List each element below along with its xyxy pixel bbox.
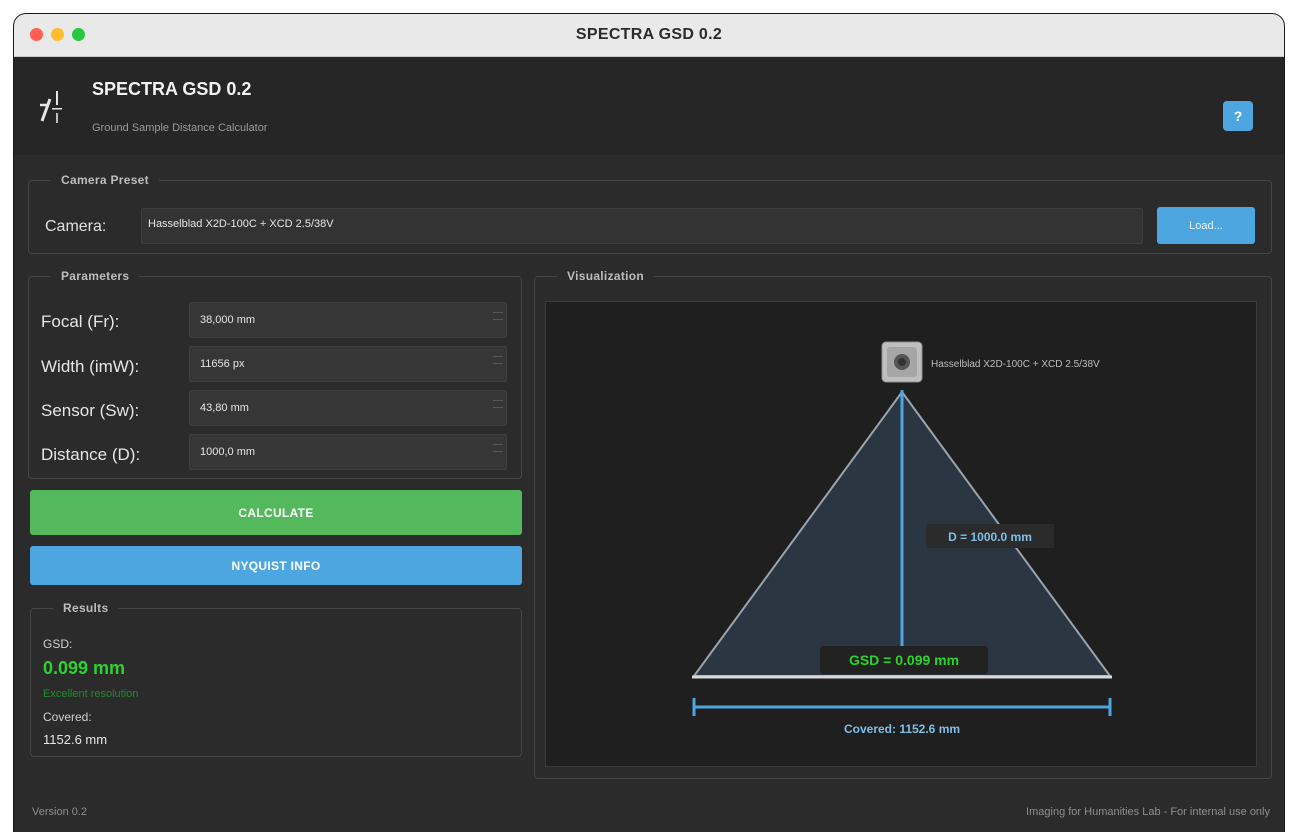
visualization-group: Visualization Hasselblad X2D-100C + XCD … [534, 269, 1272, 779]
app-name: SPECTRA GSD 0.2 [92, 79, 252, 99]
distance-label: Distance (D): [41, 445, 141, 464]
results-title: Results [53, 601, 119, 615]
results-group: Results GSD: 0.099 mm Excellent resoluti… [30, 601, 522, 757]
focal-label: Focal (Fr): [41, 312, 120, 331]
coverage-text: Covered: 1152.6 mm [844, 722, 960, 736]
covered-label: Covered: [43, 710, 92, 724]
window-title: SPECTRA GSD 0.2 [575, 26, 723, 43]
distance-text: D = 1000.0 mm [948, 530, 1032, 544]
sensor-stepper[interactable] [492, 394, 504, 422]
camera-icon [881, 341, 923, 383]
app-window: SPECTRA GSD 0.2 SPECTRA GSD 0.2 Ground S… [14, 14, 1284, 832]
width-value: 11656 px [200, 358, 245, 370]
viz-camera-name: Hasselblad X2D-100C + XCD 2.5/38V [931, 359, 1100, 370]
visualization-title: Visualization [557, 269, 655, 283]
gsd-value: 0.099 mm [43, 658, 126, 678]
camera-label: Camera: [45, 218, 107, 235]
camera-preset-group: Camera Preset Camera: Hasselblad X2D-100… [28, 173, 1272, 254]
camera-preset-title: Camera Preset [51, 173, 159, 187]
width-stepper[interactable] [492, 350, 504, 378]
width-label: Width (imW): [41, 357, 140, 376]
resolution-quality: Excellent resolution [43, 688, 139, 700]
app-logo-icon [40, 91, 62, 123]
app-header: SPECTRA GSD 0.2 Ground Sample Distance C… [14, 57, 1284, 155]
sensor-label: Sensor (Sw): [41, 401, 140, 420]
parameters-group: Parameters Focal (Fr): 38,000 mm Width (… [28, 269, 522, 479]
gsd-text: GSD = 0.099 mm [849, 652, 959, 668]
gsd-diagram: Hasselblad X2D-100C + XCD 2.5/38V D = 10… [692, 341, 1112, 736]
version-label: Version 0.2 [32, 806, 88, 818]
app-subtitle: Ground Sample Distance Calculator [92, 122, 268, 134]
title-bar: SPECTRA GSD 0.2 [14, 14, 1284, 57]
visualization-canvas: Hasselblad X2D-100C + XCD 2.5/38V D = 10… [545, 301, 1257, 767]
camera-select[interactable]: Hasselblad X2D-100C + XCD 2.5/38V [141, 208, 1143, 244]
distance-value: 1000,0 mm [200, 446, 256, 458]
parameters-title: Parameters [51, 269, 140, 283]
help-button[interactable]: ? [1223, 101, 1253, 131]
load-button[interactable]: Load... [1157, 207, 1255, 244]
sensor-value: 43,80 mm [200, 402, 249, 414]
nyquist-info-button[interactable]: NYQUIST INFO [30, 546, 522, 585]
credit-label: Imaging for Humanities Lab - For interna… [1026, 806, 1270, 818]
calculate-button[interactable]: CALCULATE [30, 490, 522, 535]
distance-stepper[interactable] [492, 438, 504, 466]
focal-input[interactable]: 38,000 mm [189, 302, 507, 338]
focal-stepper[interactable] [492, 306, 504, 334]
gsd-label: GSD: [43, 637, 73, 651]
covered-value: 1152.6 mm [43, 732, 108, 747]
distance-input[interactable]: 1000,0 mm [189, 434, 507, 470]
focal-value: 38,000 mm [200, 314, 256, 326]
width-input[interactable]: 11656 px [189, 346, 507, 382]
sensor-input[interactable]: 43,80 mm [189, 390, 507, 426]
